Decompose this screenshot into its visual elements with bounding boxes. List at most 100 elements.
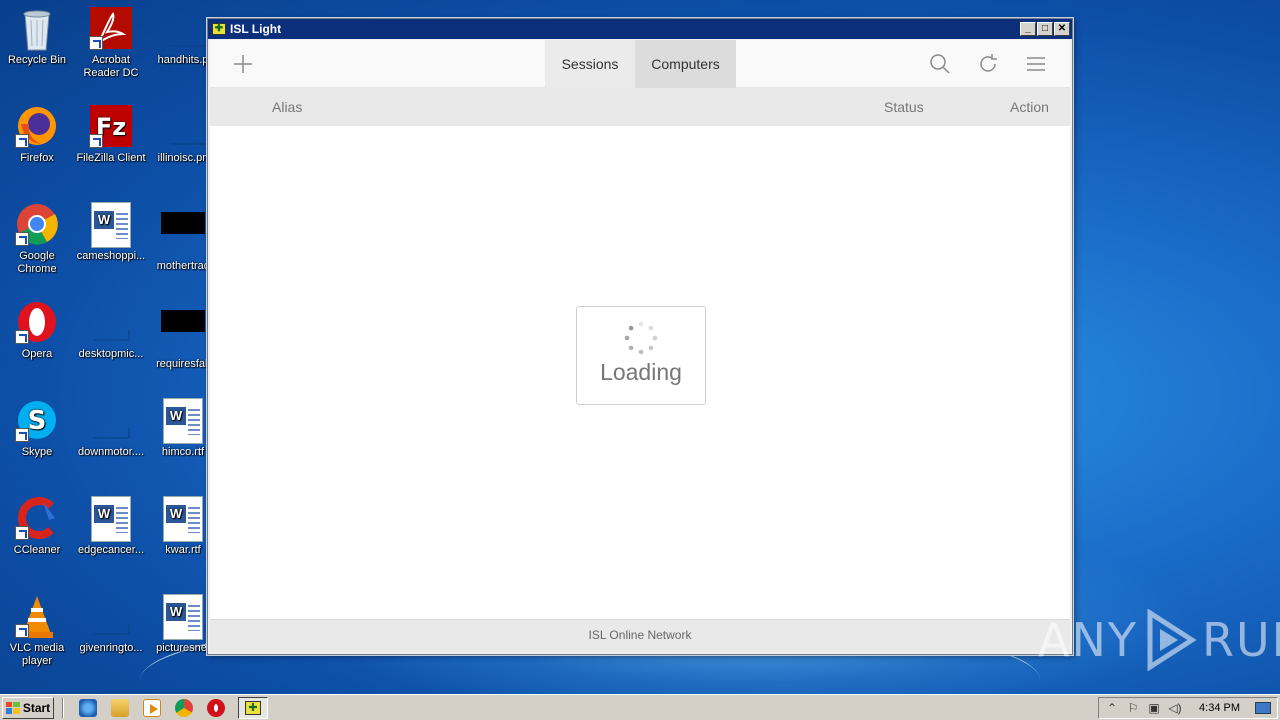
desktop-icon-filezilla[interactable]: Fz FileZilla Client [74,104,148,165]
watermark-right: RUN [1201,613,1280,667]
filezilla-icon: Fz [89,104,133,148]
search-icon[interactable] [928,52,952,76]
desktop-icon-desktopmic[interactable]: desktopmic... [74,300,148,361]
column-action: Action [1010,99,1049,115]
shortcut-arrow-icon [89,134,103,148]
desktop-icon-firefox[interactable]: Firefox [0,104,74,165]
play-logo-icon [1147,609,1197,671]
isl-light-window: ✚ ISL Light _ □ ✕ Sessions Computers Ali… [207,18,1073,655]
taskbar: Start ✚ ⌃ ⚐ ▣ ◁) 4:34 PM [0,694,1280,720]
desktop-icon-ccleaner[interactable]: CCleaner [0,496,74,557]
black-thumbnail-icon [161,310,205,354]
start-button[interactable]: Start [2,696,54,719]
blank-file-icon [161,6,205,50]
loading-indicator: Loading [576,306,706,405]
desktop-icon-opera[interactable]: Opera [0,300,74,361]
opera-taskbar-icon[interactable] [207,698,225,717]
svg-text:S: S [28,406,47,436]
desktop-icon-label: Skype [21,446,53,458]
desktop-icon-label: CCleaner [13,544,61,556]
acrobat-icon [89,6,133,50]
loading-text: Loading [600,359,682,385]
app-body: Sessions Computers Alias Status Action L… [210,40,1070,652]
window-titlebar[interactable]: ✚ ISL Light _ □ ✕ [208,19,1072,39]
desktop-icon-label: desktopmic... [78,348,144,360]
anyrun-watermark: ANY RUN [1038,608,1280,672]
isl-light-taskbar-icon: ✚ [245,700,261,715]
desktop-icon-label: cameshoppi... [76,250,146,262]
column-status[interactable]: Status [884,99,924,115]
maximize-button[interactable]: □ [1037,22,1053,36]
desktop-icon-cameshoppi[interactable]: W cameshoppi... [74,202,148,263]
chrome-taskbar-icon[interactable] [175,698,193,717]
skype-icon: S [15,398,59,442]
blank-file-icon [89,398,133,442]
firefox-icon [15,104,59,148]
desktop-icon-edgecancer[interactable]: W edgecancer... [74,496,148,557]
desktop-icon-label: Acrobat Reader DC [83,54,139,79]
tab-computers[interactable]: Computers [635,40,736,88]
blank-file-icon [89,300,133,344]
desktop-icon-acrobat[interactable]: Acrobat Reader DC [74,6,148,80]
desktop-icon-vlc[interactable]: VLC media player [0,594,74,668]
desktop-icon-label: Opera [21,348,53,360]
word-document-icon: W [161,398,205,444]
network-icon[interactable]: ▣ [1147,701,1161,715]
status-footer: ISL Online Network [210,619,1070,652]
desktop-icon-label: Google Chrome [17,250,57,275]
column-alias[interactable]: Alias [272,99,302,115]
desktop-icon-recycle-bin[interactable]: Recycle Bin [0,6,74,67]
desktop-icon-skype[interactable]: S Skype [0,398,74,459]
shortcut-arrow-icon [15,624,29,638]
tab-sessions[interactable]: Sessions [545,40,635,88]
action-center-flag-icon[interactable]: ⚐ [1126,701,1140,715]
desktop-icon-google-chrome[interactable]: Google Chrome [0,202,74,276]
system-tray: ⌃ ⚐ ▣ ◁) 4:34 PM [1098,696,1278,719]
recycle-bin-icon [15,6,59,51]
isl-light-app-icon: ✚ [212,23,226,35]
desktop-icon-label: Recycle Bin [7,54,67,66]
loading-spinner-icon [624,321,658,355]
computers-list: Loading [210,126,1070,619]
desktop-icon-label: Firefox [20,152,54,164]
menu-icon[interactable] [1024,52,1048,76]
chrome-icon [15,202,59,246]
isl-light-taskbar-button[interactable]: ✚ [238,696,268,719]
volume-icon[interactable]: ◁) [1168,701,1182,715]
refresh-icon[interactable] [976,52,1000,76]
blank-file-icon [161,104,205,148]
vlc-icon [15,594,59,638]
shortcut-arrow-icon [15,428,29,442]
file-explorer-icon[interactable] [111,698,129,717]
app-toolbar: Sessions Computers [210,40,1070,88]
shortcut-arrow-icon [89,36,103,50]
desktop-icon-downmotor[interactable]: downmotor.... [74,398,148,459]
desktop-icon-label: FileZilla Client [76,152,146,164]
desktop-icon-label: downmotor.... [77,446,145,458]
media-player-icon[interactable] [143,698,161,717]
shortcut-arrow-icon [15,526,29,540]
close-button[interactable]: ✕ [1054,22,1070,36]
add-icon[interactable] [232,53,254,75]
shortcut-arrow-icon [15,232,29,246]
minimize-button[interactable]: _ [1020,22,1036,36]
word-document-icon: W [161,496,205,542]
desktop-icon-givenringto[interactable]: givenringto... [74,594,148,655]
word-document-icon: W [89,496,133,542]
blank-file-icon [89,594,133,638]
internet-explorer-icon[interactable] [79,698,97,717]
opera-icon [15,300,59,344]
window-title: ISL Light [230,22,282,36]
start-label: Start [22,700,51,715]
clock[interactable]: 4:34 PM [1199,702,1240,714]
taskbar-separator [62,697,64,718]
ccleaner-icon [15,496,59,540]
desktop-icon-label: VLC media player [9,642,65,667]
shortcut-arrow-icon [15,134,29,148]
window-controls: _ □ ✕ [1020,22,1070,36]
windows-flag-icon [5,701,20,714]
show-desktop-icon[interactable] [1255,701,1271,714]
word-document-icon: W [161,594,205,640]
desktop-icon-label: edgecancer... [77,544,145,556]
show-hidden-icons-icon[interactable]: ⌃ [1105,701,1119,715]
